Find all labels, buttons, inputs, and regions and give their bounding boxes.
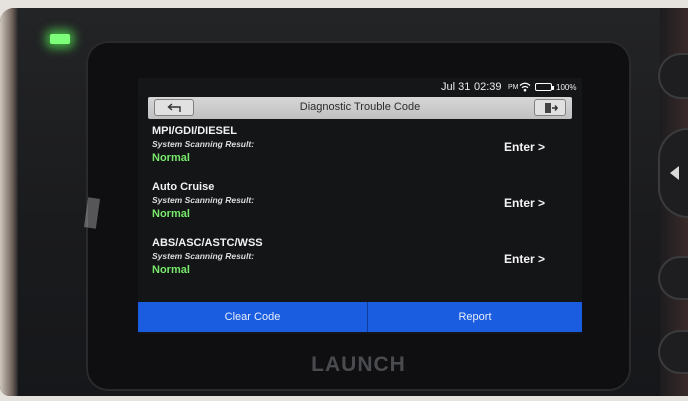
system-item-auto-cruise[interactable]: Auto Cruise System Scanning Result: Norm…: [150, 181, 570, 231]
left-arrow-button[interactable]: [658, 128, 688, 218]
system-result-label: System Scanning Result:: [152, 139, 255, 149]
enter-button[interactable]: Enter >: [504, 252, 545, 266]
left-arrow-icon: [670, 166, 679, 180]
display-screen: Jul 31 02:39 PM 100% Diagnostic Trouble …: [138, 78, 582, 334]
battery-percent: 100%: [556, 83, 577, 92]
device-edge: [0, 8, 18, 396]
system-status: Normal: [152, 208, 190, 220]
clear-code-button[interactable]: Clear Code: [138, 302, 368, 332]
battery-icon: [535, 83, 552, 91]
power-led-indicator: [50, 34, 70, 44]
system-name: ABS/ASC/ASTC/WSS: [152, 237, 263, 249]
status-ampm: PM: [508, 84, 519, 91]
exit-button[interactable]: [534, 99, 566, 116]
battery-tip: [552, 86, 554, 90]
enter-button[interactable]: Enter >: [504, 140, 545, 154]
brand-logo: LAUNCH: [311, 353, 406, 376]
status-bar: Jul 31 02:39 PM 100%: [138, 78, 582, 96]
system-result-label: System Scanning Result:: [152, 251, 255, 261]
bottom-action-bar: Clear Code Report: [138, 302, 582, 332]
exit-icon: [545, 103, 558, 113]
wifi-icon: [519, 82, 531, 92]
system-item-mpi-gdi-diesel[interactable]: MPI/GDI/DIESEL System Scanning Result: N…: [150, 125, 570, 175]
system-name: MPI/GDI/DIESEL: [152, 125, 237, 137]
system-name: Auto Cruise: [152, 181, 215, 193]
system-status: Normal: [152, 264, 190, 276]
enter-button[interactable]: Enter >: [504, 196, 545, 210]
report-button[interactable]: Report: [368, 302, 582, 332]
system-status: Normal: [152, 152, 190, 164]
status-time: 02:39: [474, 81, 502, 93]
title-bar: Diagnostic Trouble Code: [148, 97, 572, 119]
system-item-abs-asc-astc-wss[interactable]: ABS/ASC/ASTC/WSS System Scanning Result:…: [150, 237, 570, 287]
system-result-label: System Scanning Result:: [152, 195, 255, 205]
status-date: Jul 31: [441, 81, 471, 93]
page-title: Diagnostic Trouble Code: [299, 101, 421, 113]
